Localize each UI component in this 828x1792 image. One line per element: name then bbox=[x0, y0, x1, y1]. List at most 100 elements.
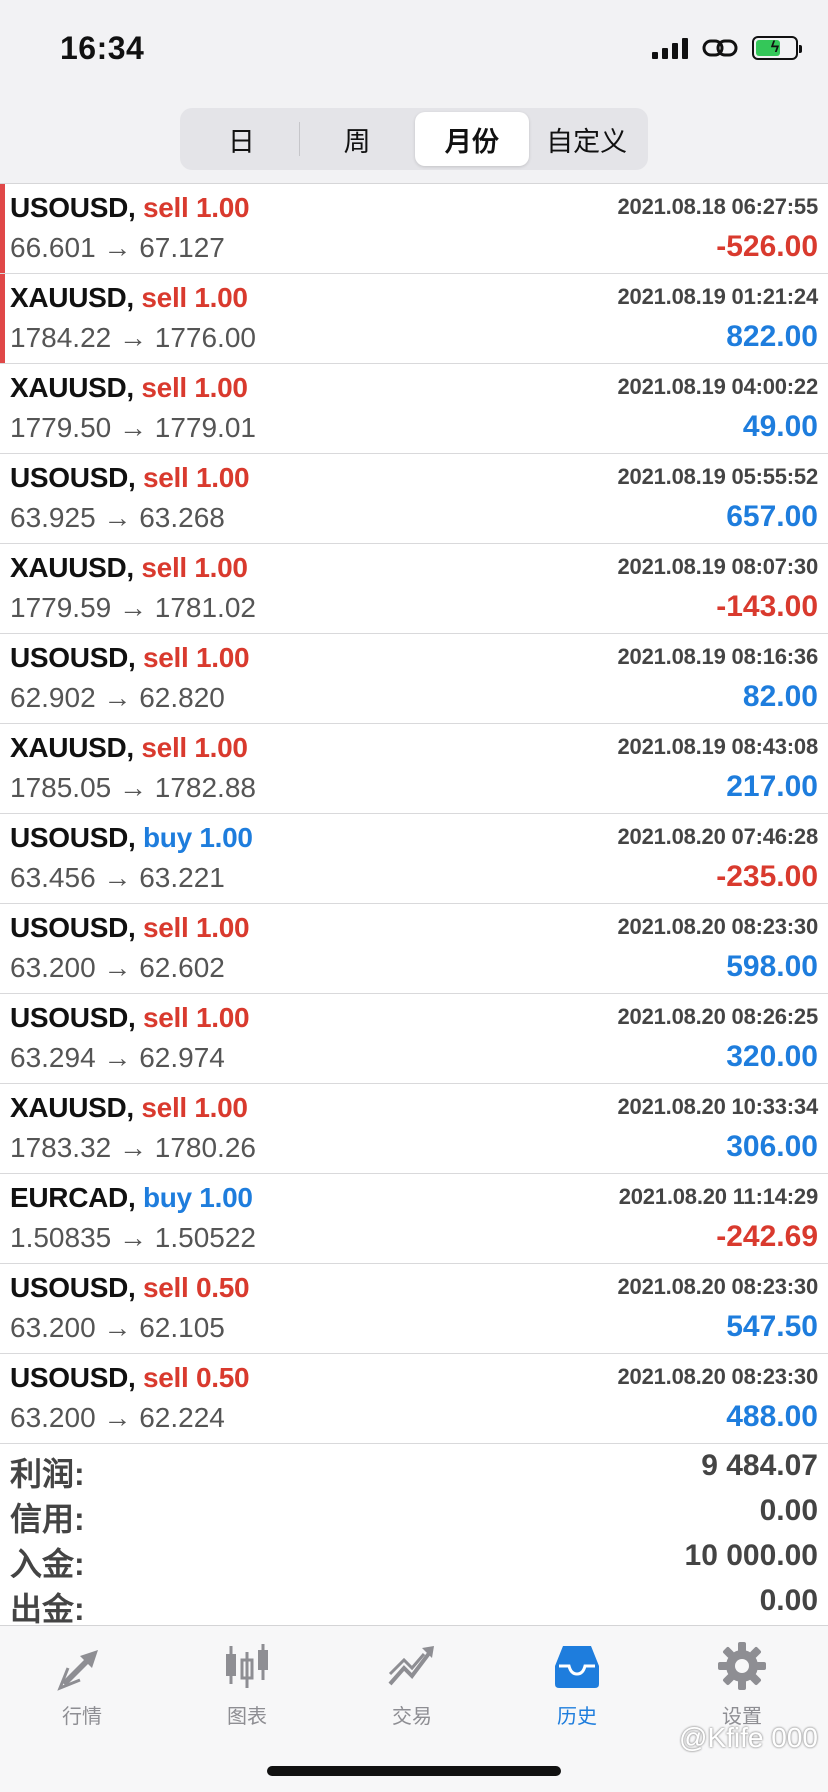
deal-side: buy 1.00 bbox=[142, 822, 253, 853]
deal-profit: 488.00 bbox=[726, 1400, 818, 1433]
deal-side: sell 1.00 bbox=[141, 732, 248, 763]
deal-time: 2021.08.19 04:00:22 bbox=[617, 374, 819, 399]
deal-prices: 63.294 → 62.974 bbox=[10, 1042, 225, 1073]
deal-row[interactable]: XAUUSD, sell 1.00 2021.08.19 04:00:22 1779… bbox=[0, 364, 828, 454]
deal-symbol-line: USOUSD, sell 1.00 bbox=[10, 462, 250, 494]
deal-time: 2021.08.20 10:33:34 bbox=[617, 1094, 819, 1119]
deal-symbol-line: XAUUSD, sell 1.00 bbox=[10, 372, 248, 404]
deal-profit: 306.00 bbox=[726, 1130, 818, 1163]
deal-time: 2021.08.20 11:14:29 bbox=[618, 1184, 818, 1209]
deal-symbol: XAUUSD, bbox=[10, 552, 134, 583]
trade-chart-icon bbox=[388, 1646, 434, 1686]
deal-prices: 1783.32 → 1780.26 bbox=[10, 1132, 256, 1163]
summary-value: 9 484.07 bbox=[701, 1449, 818, 1482]
deal-symbol-line: XAUUSD, sell 1.00 bbox=[10, 282, 248, 314]
tab-label: 交易 bbox=[392, 1706, 432, 1728]
summary-label: 利润: bbox=[10, 1456, 85, 1492]
summary-section: 利润: 9 484.07 信用: 0.00 入金: 10 000.00 出金: … bbox=[0, 1445, 828, 1627]
summary-label: 出金: bbox=[10, 1591, 85, 1627]
link-icon bbox=[702, 39, 738, 57]
deal-side: sell 1.00 bbox=[142, 462, 250, 493]
deal-symbol-line: USOUSD, buy 1.00 bbox=[10, 822, 253, 854]
deal-profit: -235.00 bbox=[716, 860, 818, 893]
deal-row[interactable]: XAUUSD, sell 1.00 2021.08.19 08:07:30 1779… bbox=[0, 544, 828, 634]
deal-symbol-line: USOUSD, sell 0.50 bbox=[10, 1272, 250, 1304]
deal-profit: -242.69 bbox=[716, 1220, 818, 1253]
tab-settings[interactable]: 设置 bbox=[682, 1638, 802, 1729]
deal-row[interactable]: USOUSD, sell 1.00 2021.08.19 08:16:36 62.9… bbox=[0, 634, 828, 724]
deal-prices: 63.200 → 62.105 bbox=[10, 1312, 225, 1343]
deal-profit: 547.50 bbox=[726, 1310, 818, 1343]
tab-quotes[interactable]: 行情 bbox=[22, 1638, 142, 1729]
deal-symbol-line: USOUSD, sell 1.00 bbox=[10, 912, 250, 944]
deal-symbol: USOUSD, bbox=[10, 912, 136, 943]
deal-symbol: XAUUSD, bbox=[10, 732, 134, 763]
deal-symbol: XAUUSD, bbox=[10, 372, 134, 403]
tab-label: 图表 bbox=[227, 1706, 267, 1728]
deal-prices: 1784.22 → 1776.00 bbox=[10, 322, 256, 353]
deal-time: 2021.08.19 05:55:52 bbox=[617, 464, 819, 489]
deal-prices: 63.200 → 62.602 bbox=[10, 952, 225, 983]
deal-prices: 66.601 → 67.127 bbox=[10, 232, 225, 263]
deal-side: sell 1.00 bbox=[142, 1002, 250, 1033]
deal-symbol-line: XAUUSD, sell 1.00 bbox=[10, 552, 248, 584]
deal-symbol: USOUSD, bbox=[10, 192, 136, 223]
deal-profit: -526.00 bbox=[716, 230, 818, 263]
deal-row[interactable]: USOUSD, sell 0.50 2021.08.20 08:23:30 63.2… bbox=[0, 1354, 828, 1444]
summary-value: 0.00 bbox=[759, 1494, 818, 1527]
deal-symbol: USOUSD, bbox=[10, 822, 136, 853]
deal-symbol-line: USOUSD, sell 1.00 bbox=[10, 192, 250, 224]
tab-label: 行情 bbox=[62, 1706, 102, 1728]
deal-row[interactable]: USOUSD, sell 1.00 2021.08.20 08:26:25 63.2… bbox=[0, 994, 828, 1084]
deal-profit: 822.00 bbox=[726, 320, 818, 353]
summary-value: 0.00 bbox=[759, 1584, 818, 1617]
segment-day[interactable]: 日 bbox=[184, 112, 299, 166]
status-icons: ϟ bbox=[652, 36, 802, 60]
status-time: 16:34 bbox=[60, 30, 145, 66]
quotes-arrows-icon bbox=[57, 1650, 98, 1691]
battery-icon: ϟ bbox=[752, 36, 802, 60]
tab-trade[interactable]: 交易 bbox=[352, 1638, 472, 1729]
deal-row[interactable]: USOUSD, sell 0.50 2021.08.20 08:23:30 63.2… bbox=[0, 1264, 828, 1354]
deal-profit: 49.00 bbox=[742, 410, 818, 443]
summary-profit-row: 利润: 9 484.07 bbox=[0, 1445, 828, 1492]
deal-side: buy 1.00 bbox=[142, 1182, 253, 1213]
deal-side: sell 1.00 bbox=[141, 552, 248, 583]
deal-side: sell 1.00 bbox=[142, 642, 250, 673]
deal-prices: 62.902 → 62.820 bbox=[10, 682, 225, 713]
deal-symbol-line: EURCAD, buy 1.00 bbox=[10, 1182, 253, 1214]
deal-side: sell 0.50 bbox=[142, 1272, 250, 1303]
segment-custom[interactable]: 自定义 bbox=[529, 112, 644, 166]
deal-row[interactable]: USOUSD, sell 1.00 2021.08.19 05:55:52 63.9… bbox=[0, 454, 828, 544]
deal-symbol: USOUSD, bbox=[10, 642, 136, 673]
summary-value: 10 000.00 bbox=[684, 1539, 818, 1572]
segment-week[interactable]: 周 bbox=[300, 112, 415, 166]
tab-history[interactable]: 历史 bbox=[517, 1638, 637, 1729]
deal-symbol-line: USOUSD, sell 0.50 bbox=[10, 1362, 250, 1394]
deal-symbol: USOUSD, bbox=[10, 462, 136, 493]
deal-side: sell 1.00 bbox=[142, 912, 250, 943]
deal-row[interactable]: XAUUSD, sell 1.00 2021.08.19 08:43:08 1785… bbox=[0, 724, 828, 814]
deal-row[interactable]: USOUSD, sell 1.00 2021.08.20 08:23:30 63.2… bbox=[0, 904, 828, 994]
segment-month[interactable]: 月份 bbox=[414, 112, 530, 166]
deal-row[interactable]: EURCAD, buy 1.00 2021.08.20 11:14:29 1.508… bbox=[0, 1174, 828, 1264]
tab-charts[interactable]: 图表 bbox=[187, 1638, 307, 1729]
deal-row[interactable]: USOUSD, sell 1.00 2021.08.18 06:27:55 66.6… bbox=[0, 184, 828, 274]
deal-side: sell 1.00 bbox=[141, 1092, 248, 1123]
deal-prices: 1779.50 → 1779.01 bbox=[10, 412, 256, 443]
tab-label: 历史 bbox=[557, 1706, 597, 1728]
deal-row[interactable]: XAUUSD, sell 1.00 2021.08.20 10:33:34 1783… bbox=[0, 1084, 828, 1174]
cellular-signal-icon bbox=[652, 37, 688, 59]
deal-time: 2021.08.19 08:07:30 bbox=[617, 554, 819, 579]
deal-profit: 320.00 bbox=[726, 1040, 818, 1073]
period-segmented-control: 日 周 月份 自定义 bbox=[180, 108, 648, 170]
deal-time: 2021.08.19 01:21:24 bbox=[617, 284, 819, 309]
deal-symbol: XAUUSD, bbox=[10, 1092, 134, 1123]
deal-profit: 82.00 bbox=[742, 680, 818, 713]
home-indicator bbox=[267, 1766, 561, 1776]
deal-profit: -143.00 bbox=[716, 590, 818, 623]
deal-row[interactable]: XAUUSD, sell 1.00 2021.08.19 01:21:24 1784… bbox=[0, 274, 828, 364]
deal-row[interactable]: USOUSD, buy 1.00 2021.08.20 07:46:28 63.45… bbox=[0, 814, 828, 904]
period-selector-bar: 日 周 月份 自定义 bbox=[0, 100, 828, 184]
deal-side: sell 1.00 bbox=[141, 372, 248, 403]
